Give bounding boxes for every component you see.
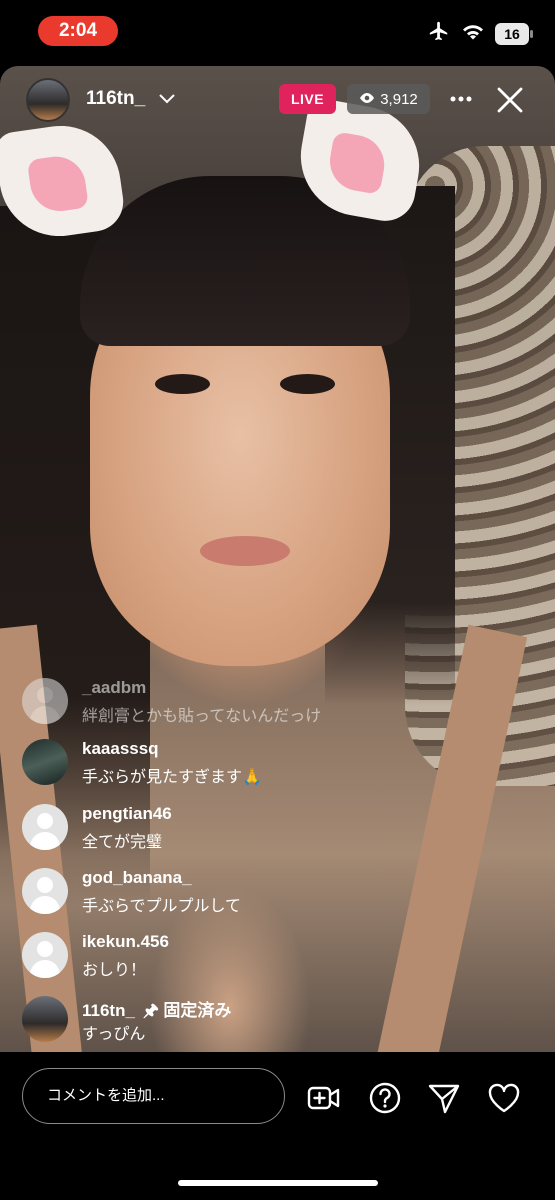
host-avatar[interactable] (26, 78, 70, 122)
airplane-icon (427, 20, 451, 47)
comment-username[interactable]: kaaasssq (82, 739, 159, 759)
send-icon[interactable] (426, 1080, 462, 1116)
pinned-label: 🖈 固定済み (142, 1001, 232, 1020)
comment-item[interactable]: pengtian46 全てが完璧 (22, 802, 442, 852)
add-video-icon[interactable] (306, 1080, 342, 1116)
comment-item[interactable]: god_banana_ 手ぶらでプルプルして (22, 866, 442, 916)
eye-left (155, 374, 210, 394)
comment-username[interactable]: 116tn_ (82, 1001, 135, 1020)
comment-username[interactable]: pengtian46 (82, 804, 172, 824)
comment-text: 手ぶらが見たすぎます🙏 (82, 769, 262, 786)
comment-username[interactable]: ikekun.456 (82, 932, 169, 952)
comment-username[interactable]: _aadbm (82, 678, 146, 698)
status-bar: 2:04 16 (0, 0, 555, 62)
home-indicator[interactable] (178, 1180, 378, 1186)
eye-icon (359, 91, 375, 108)
avatar[interactable] (22, 739, 68, 785)
avatar[interactable] (22, 996, 68, 1042)
comment-text: 絆創膏とかも貼ってないんだっけ (82, 708, 322, 725)
bottom-bar: コメントを追加... (0, 1052, 555, 1200)
avatar[interactable] (22, 678, 68, 724)
eye-right (280, 374, 335, 394)
live-header: 116tn_ LIVE 3,912 (0, 74, 555, 126)
comment-item[interactable]: ikekun.456 おしり！ (22, 930, 442, 980)
comment-item[interactable]: kaaasssq 手ぶらが見たすぎます🙏 (22, 737, 442, 787)
comment-item[interactable]: _aadbm 絆創膏とかも貼ってないんだっけ (22, 676, 442, 726)
avatar[interactable] (22, 868, 68, 914)
comment-text: 手ぶらでプルプルして (82, 898, 242, 915)
wifi-icon (461, 21, 485, 46)
comment-text: 全てが完璧 (82, 834, 163, 851)
close-icon[interactable] (494, 84, 526, 116)
question-icon[interactable] (367, 1080, 403, 1116)
viewer-count: 3,912 (380, 90, 418, 108)
lips (200, 536, 290, 566)
battery-icon: 16 (495, 22, 533, 45)
comment-text: すっぴん (82, 1026, 146, 1043)
pinned-comment[interactable]: 116tn_ 🖈 固定済み すっぴん (22, 994, 442, 1044)
chevron-down-icon[interactable] (158, 92, 176, 104)
host-username[interactable]: 116tn_ (86, 88, 145, 110)
avatar[interactable] (22, 804, 68, 850)
viewer-count-badge[interactable]: 3,912 (347, 84, 430, 114)
status-time[interactable]: 2:04 (38, 16, 118, 46)
comment-text: おしり！ (82, 962, 147, 979)
more-options-icon[interactable] (446, 86, 476, 112)
comment-input[interactable]: コメントを追加... (22, 1068, 285, 1124)
avatar[interactable] (22, 932, 68, 978)
heart-icon[interactable] (486, 1080, 522, 1116)
status-icons: 16 (427, 20, 533, 47)
comment-username[interactable]: god_banana_ (82, 868, 192, 888)
live-badge: LIVE (279, 84, 336, 114)
